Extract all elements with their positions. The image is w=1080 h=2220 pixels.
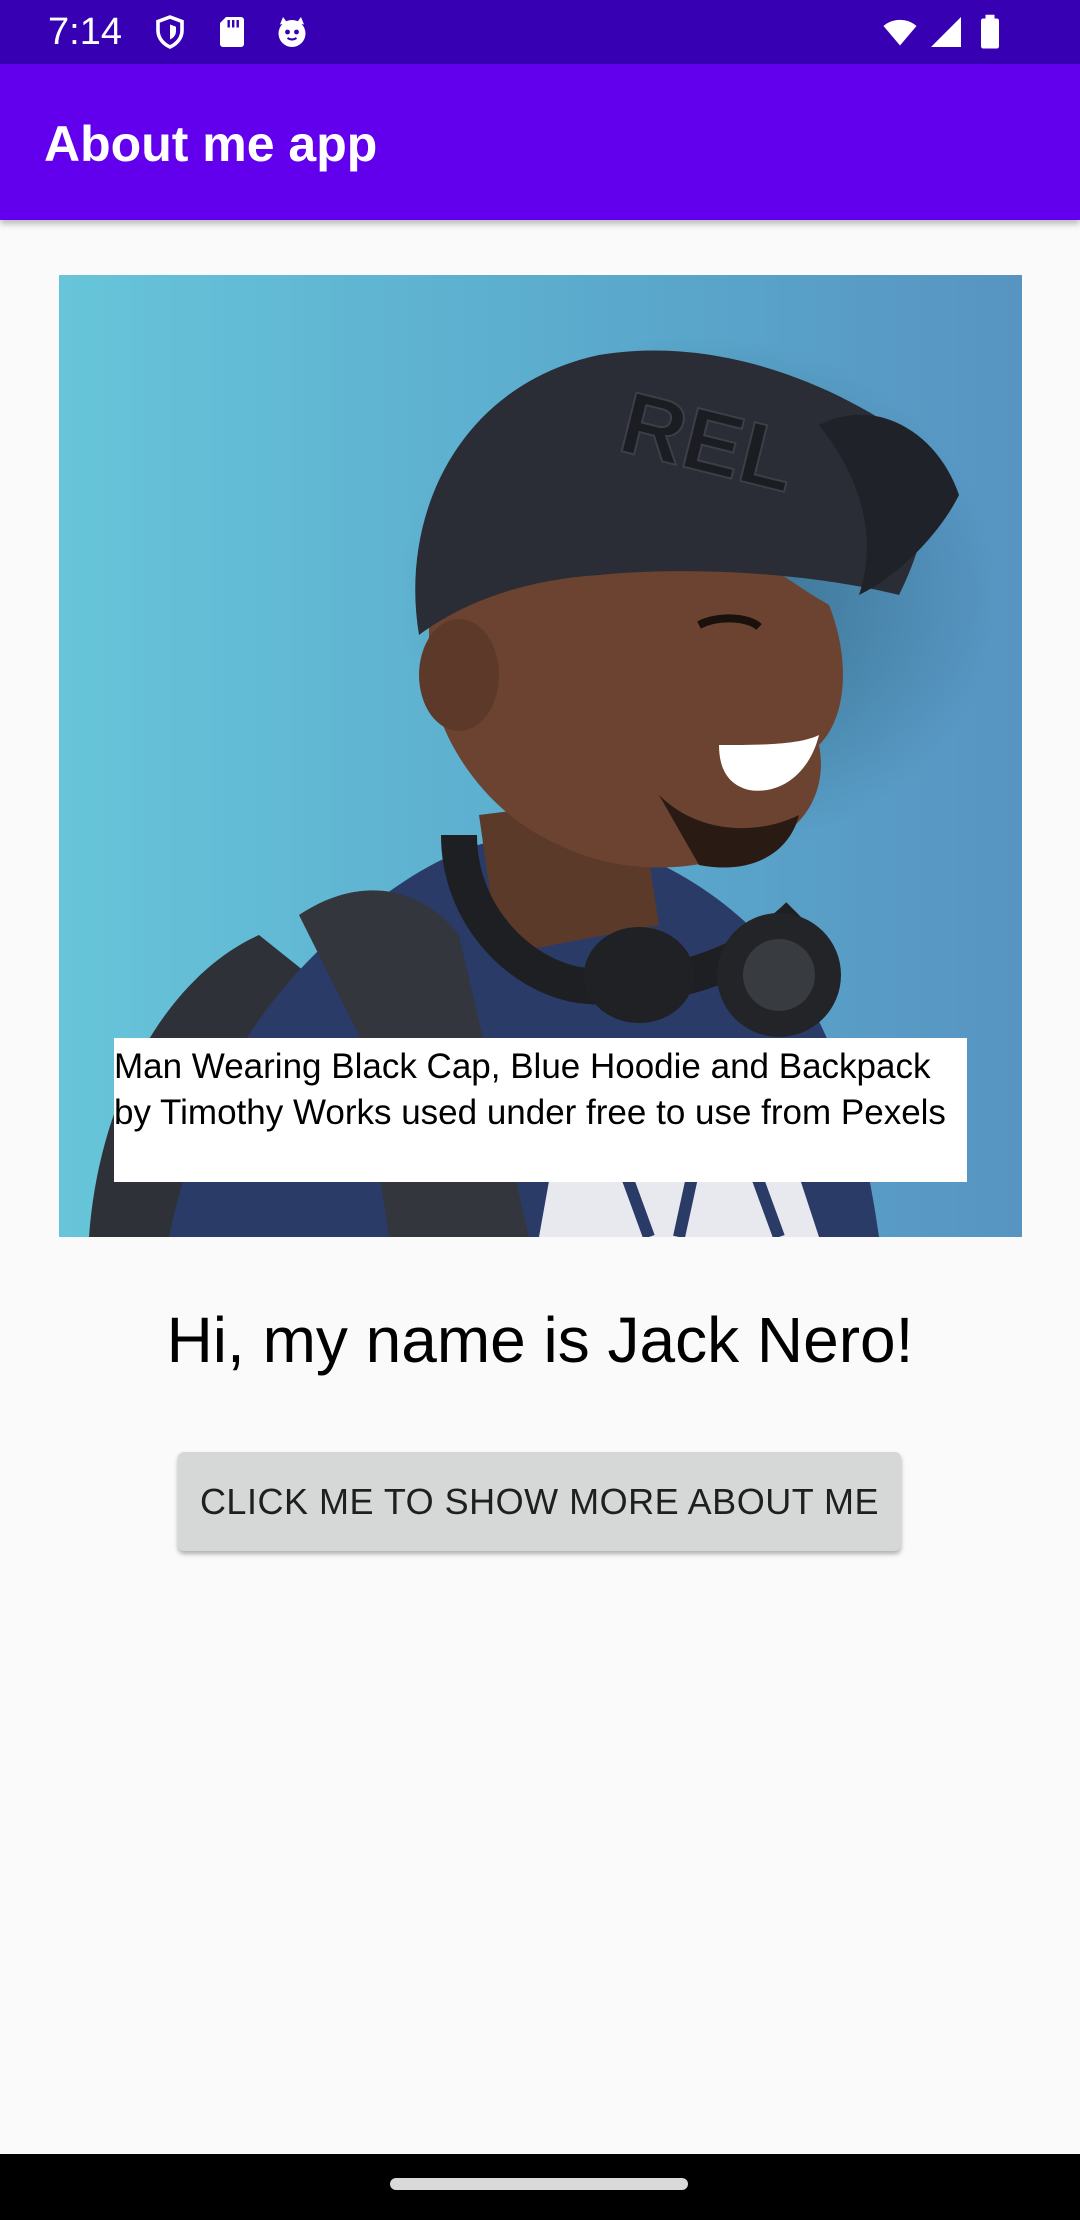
- app-bar: About me app: [0, 64, 1080, 220]
- battery-icon: [981, 14, 999, 49]
- shield-icon: [156, 15, 184, 49]
- status-time: 7:14: [48, 11, 122, 53]
- greeting-text: Hi, my name is Jack Nero!: [166, 1304, 914, 1376]
- app-title: About me app: [44, 116, 378, 172]
- wifi-icon: [883, 19, 917, 46]
- cat-face-icon: [278, 17, 306, 47]
- home-gesture-handle[interactable]: [390, 2178, 688, 2190]
- show-more-button[interactable]: CLICK ME TO SHOW MORE ABOUT ME: [178, 1452, 901, 1551]
- photo-caption: Man Wearing Black Cap, Blue Hoodie and B…: [114, 1038, 967, 1182]
- signal-icon: [931, 17, 961, 47]
- status-bar: 7:14: [0, 0, 1080, 64]
- sd-card-icon: [220, 17, 244, 47]
